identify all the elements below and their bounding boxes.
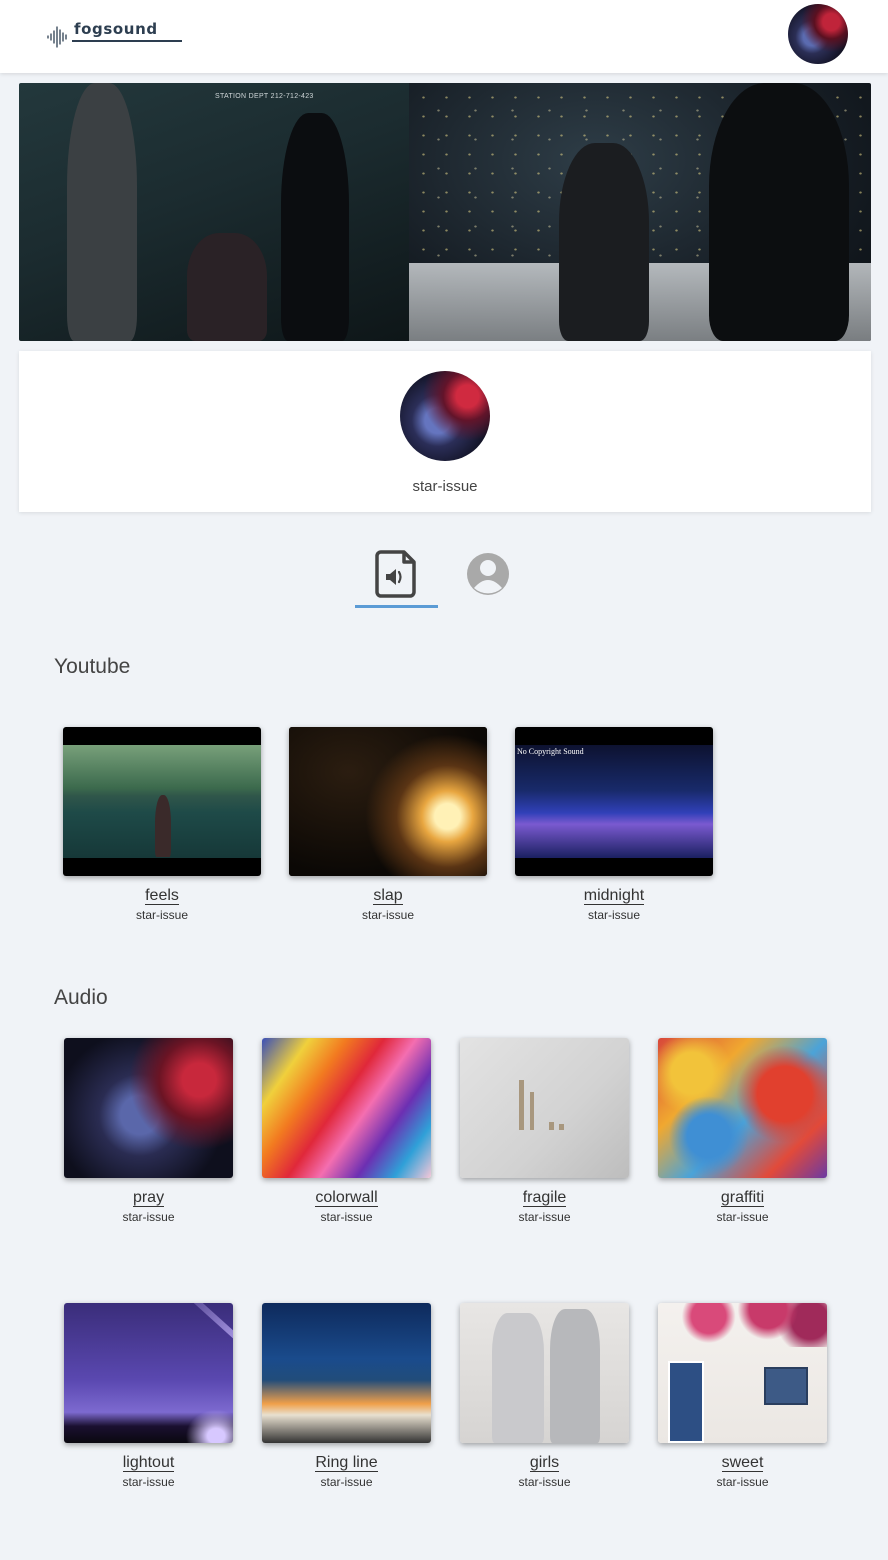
card-author: star-issue: [361, 908, 414, 922]
card-title[interactable]: sweet: [721, 1454, 764, 1472]
audio-card-fragile[interactable]: fragile star-issue: [460, 1038, 629, 1224]
audio-section-title: Audio: [54, 986, 108, 1009]
top-navbar: fogsound: [0, 0, 888, 73]
card-title[interactable]: girls: [529, 1454, 560, 1472]
audio-thumbnail[interactable]: [262, 1038, 431, 1178]
card-author: star-issue: [518, 1210, 571, 1224]
audio-card-ring-line[interactable]: Ring line star-issue: [262, 1303, 431, 1489]
audio-card-sweet[interactable]: sweet star-issue: [658, 1303, 827, 1489]
card-author: star-issue: [122, 1210, 175, 1224]
tab-profile[interactable]: [463, 548, 513, 602]
video-thumbnail[interactable]: [289, 727, 487, 876]
card-title[interactable]: graffiti: [720, 1189, 765, 1207]
audio-thumbnail[interactable]: [460, 1303, 629, 1443]
user-circle-icon: [467, 553, 509, 595]
youtube-card-feels[interactable]: feels star-issue: [63, 727, 261, 922]
card-author: star-issue: [320, 1475, 373, 1489]
card-author: star-issue: [122, 1475, 175, 1489]
audio-thumbnail[interactable]: [64, 1303, 233, 1443]
card-title[interactable]: slap: [373, 887, 403, 905]
audio-card-graffiti[interactable]: graffiti star-issue: [658, 1038, 827, 1224]
card-title[interactable]: pray: [132, 1189, 165, 1207]
active-tab-indicator: [355, 605, 438, 608]
audio-card-colorwall[interactable]: colorwall star-issue: [262, 1038, 431, 1224]
profile-card: star-issue: [19, 351, 871, 512]
profile-username: star-issue: [412, 478, 478, 495]
card-title[interactable]: feels: [145, 887, 179, 905]
card-author: star-issue: [320, 1210, 373, 1224]
audio-thumbnail[interactable]: [460, 1038, 629, 1178]
card-title[interactable]: colorwall: [315, 1189, 378, 1207]
audio-card-lightout[interactable]: lightout star-issue: [64, 1303, 233, 1489]
video-thumbnail[interactable]: [63, 727, 261, 876]
audio-file-icon: [375, 550, 416, 598]
youtube-card-slap[interactable]: slap star-issue: [289, 727, 487, 922]
card-author: star-issue: [135, 908, 188, 922]
audio-card-pray[interactable]: pray star-issue: [64, 1038, 233, 1224]
card-title[interactable]: lightout: [122, 1454, 175, 1472]
card-title[interactable]: midnight: [583, 887, 645, 905]
card-author: star-issue: [587, 908, 640, 922]
audio-thumbnail[interactable]: [64, 1038, 233, 1178]
logo-underline: [72, 40, 182, 42]
card-author: star-issue: [518, 1475, 571, 1489]
card-title[interactable]: fragile: [522, 1189, 567, 1207]
video-thumbnail[interactable]: No Copyright Sound: [515, 727, 713, 876]
audio-thumbnail[interactable]: [658, 1303, 827, 1443]
audio-thumbnail[interactable]: [262, 1303, 431, 1443]
tab-media[interactable]: [355, 548, 438, 608]
audio-card-girls[interactable]: girls star-issue: [460, 1303, 629, 1489]
card-author: star-issue: [716, 1475, 769, 1489]
card-title[interactable]: Ring line: [315, 1454, 378, 1472]
soundwave-icon: [47, 26, 67, 48]
youtube-card-midnight[interactable]: No Copyright Sound midnight star-issue: [515, 727, 713, 922]
audio-thumbnail[interactable]: [658, 1038, 827, 1178]
fogsound-logo[interactable]: fogsound: [46, 18, 186, 58]
banner-caption: STATION DEPT 212-712-423: [215, 93, 314, 100]
thumbnail-label: No Copyright Sound: [517, 747, 584, 756]
card-author: star-issue: [716, 1210, 769, 1224]
logo-text: fogsound: [74, 20, 158, 38]
user-avatar-button[interactable]: [788, 4, 848, 64]
youtube-section-title: Youtube: [54, 655, 131, 678]
profile-avatar: [400, 371, 490, 461]
profile-banner-image: STATION DEPT 212-712-423: [19, 83, 871, 341]
